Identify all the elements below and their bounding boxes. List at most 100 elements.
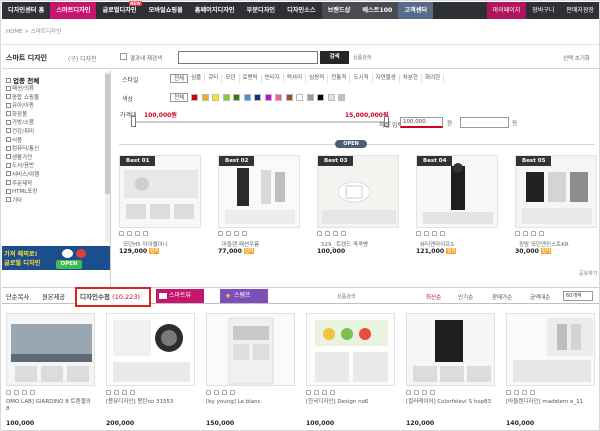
product-name[interactable]: [마들렌디자인] madelem e_11 bbox=[506, 399, 595, 406]
wish-icon[interactable] bbox=[234, 231, 239, 236]
preview-icon[interactable] bbox=[114, 390, 119, 395]
tab-original[interactable]: 원본제공 bbox=[42, 292, 65, 301]
category-item[interactable]: 유아/아동 bbox=[6, 102, 106, 111]
search-within-checkbox[interactable] bbox=[120, 53, 127, 60]
style-option[interactable]: 럭셔리 bbox=[284, 74, 307, 83]
sort-price[interactable]: 판매가순 bbox=[492, 293, 512, 301]
category-item[interactable]: 패션/의류 bbox=[6, 85, 106, 94]
category-header[interactable]: 업종 전체 bbox=[6, 75, 39, 85]
color-swatch[interactable] bbox=[306, 94, 314, 101]
scrollbar-thumb[interactable] bbox=[105, 74, 110, 194]
product-thumbnail[interactable] bbox=[406, 313, 495, 386]
nav-design-source[interactable]: 디자인소스 bbox=[281, 2, 321, 19]
zoom-icon[interactable] bbox=[306, 390, 311, 395]
nav-cart[interactable]: 장바구니 bbox=[526, 2, 560, 19]
old-design-link[interactable]: (구) 디자인 bbox=[68, 54, 97, 63]
best-card[interactable]: Best 05 장밤 모던엔진스토KR 30,000 인기 bbox=[515, 155, 597, 275]
wish-icon[interactable] bbox=[135, 231, 140, 236]
search-input[interactable] bbox=[178, 51, 318, 64]
color-swatch[interactable] bbox=[285, 94, 293, 101]
zoom-icon[interactable] bbox=[406, 390, 411, 395]
preview-icon[interactable] bbox=[214, 390, 219, 395]
nav-mobile-mall[interactable]: 모바일쇼핑몰 bbox=[143, 2, 189, 19]
share-icon[interactable] bbox=[440, 231, 445, 236]
advanced-search-link[interactable]: 상품검색 bbox=[353, 54, 371, 61]
share-icon[interactable] bbox=[530, 390, 535, 395]
color-swatch[interactable] bbox=[243, 94, 251, 101]
color-all-option[interactable]: 전체 bbox=[170, 93, 189, 102]
sort-amount[interactable]: 금액대순 bbox=[530, 293, 550, 301]
preview-icon[interactable] bbox=[325, 231, 330, 236]
style-option[interactable]: 전체 bbox=[170, 74, 189, 83]
preview-icon[interactable] bbox=[414, 390, 419, 395]
wish-icon[interactable] bbox=[122, 390, 127, 395]
color-swatch[interactable] bbox=[191, 94, 199, 101]
zoom-icon[interactable] bbox=[506, 390, 511, 395]
preview-icon[interactable] bbox=[424, 231, 429, 236]
best-card[interactable]: Best 04 뷰티앤라이프S 121,000 인기 bbox=[416, 155, 498, 275]
product-name[interactable]: 뷰티앤라이프S bbox=[420, 240, 454, 248]
zoom-icon[interactable] bbox=[218, 231, 223, 236]
share-link[interactable]: 공유하기 bbox=[579, 270, 597, 277]
product-name[interactable]: [by young] Le blanc bbox=[206, 399, 295, 406]
nav-home[interactable]: 디자인센터 홈 bbox=[2, 2, 50, 19]
style-option[interactable]: 심쌍적 bbox=[306, 74, 329, 83]
wish-icon[interactable] bbox=[222, 390, 227, 395]
price-min-input[interactable]: 100,000 bbox=[400, 117, 443, 128]
product-name[interactable]: [컬러레이어] Colorfelevi S hop83 bbox=[406, 399, 495, 406]
tab-design-edit[interactable]: 디자인수정 (10,223) bbox=[75, 287, 151, 307]
reset-selection-button[interactable]: 선택 초기화 bbox=[563, 54, 590, 62]
share-icon[interactable] bbox=[330, 390, 335, 395]
share-icon[interactable] bbox=[143, 231, 148, 236]
category-item[interactable]: HTML포장 bbox=[6, 188, 106, 197]
preview-icon[interactable] bbox=[514, 390, 519, 395]
nav-smart-design[interactable]: 스마트디자인 bbox=[50, 2, 97, 19]
preview-icon[interactable] bbox=[523, 231, 528, 236]
price-slider-min-handle[interactable] bbox=[131, 116, 136, 127]
sort-popular[interactable]: 인기순 bbox=[458, 293, 473, 301]
nav-homepage-design[interactable]: 홈페이지디자인 bbox=[189, 2, 241, 19]
design-card[interactable]: [컬러레이어] Colorfelevi S hop83 120,000 bbox=[406, 313, 495, 430]
category-item[interactable]: 기타 bbox=[6, 197, 106, 206]
banner-open-button[interactable]: OPEN bbox=[56, 260, 82, 269]
info-link[interactable]: 상품검색 bbox=[337, 293, 355, 300]
zoom-icon[interactable] bbox=[317, 231, 322, 236]
style-option[interactable]: 로맨틱 bbox=[240, 74, 262, 83]
color-swatch[interactable] bbox=[222, 94, 230, 101]
tab-smart-view[interactable]: 스마트뷰 bbox=[156, 289, 204, 303]
share-icon[interactable] bbox=[30, 390, 35, 395]
style-option[interactable]: 자연물경 bbox=[373, 74, 400, 83]
product-thumbnail[interactable]: Best 03 bbox=[317, 155, 399, 228]
color-swatch[interactable] bbox=[233, 94, 241, 101]
zoom-icon[interactable] bbox=[515, 231, 520, 236]
preview-icon[interactable] bbox=[14, 390, 19, 395]
design-card[interactable]: [by young] Le blanc 150,000 bbox=[206, 313, 295, 430]
design-card[interactable]: [한국디자인] Design no6 100,000 bbox=[306, 313, 395, 430]
product-thumbnail[interactable] bbox=[506, 313, 595, 386]
color-swatch[interactable] bbox=[296, 94, 304, 101]
product-name[interactable]: 장밤 모던엔진스토KR bbox=[519, 240, 569, 248]
preview-icon[interactable] bbox=[226, 231, 231, 236]
product-thumbnail[interactable] bbox=[6, 313, 95, 386]
nav-brand-shop[interactable]: 브랜드샵 bbox=[321, 2, 357, 19]
category-item[interactable]: 생활가전 bbox=[6, 154, 106, 163]
design-card[interactable]: [몽뮤디자인] 몽탄no 31553 200,000 bbox=[106, 313, 195, 430]
category-item[interactable]: 도서/음반 bbox=[6, 162, 106, 171]
zoom-icon[interactable] bbox=[119, 231, 124, 236]
share-icon[interactable] bbox=[242, 231, 247, 236]
tab-stamp[interactable]: ★ 스탬프 bbox=[220, 289, 268, 303]
best-card[interactable]: Best 02 마들렌 패션우륨 77,000 인기 bbox=[218, 155, 300, 275]
global-design-banner[interactable]: 가져 해외로! 글로벌 디자인 OPEN bbox=[2, 246, 110, 270]
product-name[interactable]: 마들렌 패션우륨 bbox=[222, 240, 259, 248]
wish-icon[interactable] bbox=[22, 390, 27, 395]
style-option[interactable]: 전통적 bbox=[328, 74, 351, 83]
color-swatch[interactable] bbox=[264, 94, 272, 101]
product-name[interactable]: [몽뮤디자인] 몽탄no 31553 bbox=[106, 399, 195, 406]
nav-partial-design[interactable]: 부분디자인 bbox=[241, 2, 281, 19]
nav-customer-center[interactable]: 고객센터 bbox=[398, 2, 434, 19]
per-page-select[interactable]: 60개씩 bbox=[563, 291, 593, 301]
wish-icon[interactable] bbox=[522, 390, 527, 395]
share-icon[interactable] bbox=[230, 390, 235, 395]
category-item[interactable]: 종합 쇼핑몰 bbox=[6, 94, 106, 103]
share-icon[interactable] bbox=[430, 390, 435, 395]
